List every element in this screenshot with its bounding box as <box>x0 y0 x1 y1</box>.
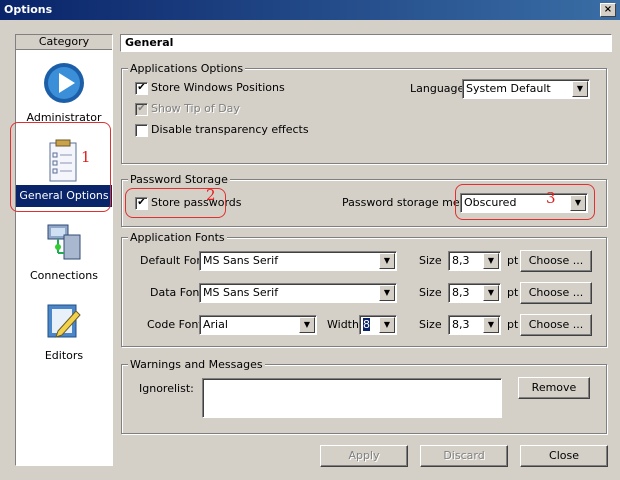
page-title: General <box>120 34 612 52</box>
code-font-width-select[interactable]: 8 ▼ <box>359 315 397 335</box>
choose-code-font-button[interactable]: Choose ... <box>520 314 592 336</box>
sidebar-item-administrator[interactable]: Administrator <box>16 53 112 133</box>
category-sidebar: Category Administrator General Options C… <box>15 34 113 466</box>
warnings-messages-group: Warnings and Messages Ignorelist: Remove <box>121 358 607 434</box>
show-tip-of-day-label: Show Tip of Day <box>151 102 240 115</box>
size-label: Size <box>419 254 442 267</box>
data-font-select[interactable]: MS Sans Serif ▼ <box>199 283 397 303</box>
default-font-value: MS Sans Serif <box>203 254 279 267</box>
play-circle-icon <box>44 63 84 103</box>
code-font-size-select[interactable]: 8,3 ▼ <box>448 315 501 335</box>
unit-label: pt <box>507 286 519 299</box>
sidebar-item-connections[interactable]: Connections <box>16 211 112 291</box>
chevron-down-icon[interactable]: ▼ <box>572 81 588 97</box>
application-fonts-group: Application Fonts Default Font: MS Sans … <box>121 231 607 347</box>
close-button[interactable]: Close <box>520 445 608 467</box>
disable-transparency-label: Disable transparency effects <box>151 123 309 136</box>
ignorelist-textarea[interactable] <box>202 378 502 418</box>
chevron-down-icon[interactable]: ▼ <box>483 253 499 269</box>
code-font-label: Code Font: <box>147 318 207 331</box>
remove-button[interactable]: Remove <box>518 377 590 399</box>
applications-options-group: Applications Options ✔ Store Windows Pos… <box>121 62 607 164</box>
chevron-down-icon[interactable]: ▼ <box>379 317 395 333</box>
unit-label: pt <box>507 318 519 331</box>
annotation-box-1 <box>10 122 111 212</box>
disable-transparency-checkbox[interactable] <box>135 124 148 137</box>
group-title: Password Storage <box>128 173 230 186</box>
store-windows-positions-label: Store Windows Positions <box>151 81 285 94</box>
size-label: Size <box>419 318 442 331</box>
choose-default-font-button[interactable]: Choose ... <box>520 250 592 272</box>
chevron-down-icon[interactable]: ▼ <box>299 317 315 333</box>
sidebar-item-editors[interactable]: Editors <box>16 291 112 371</box>
choose-data-font-button[interactable]: Choose ... <box>520 282 592 304</box>
annotation-number-3: 3 <box>546 189 556 207</box>
code-font-size-value: 8,3 <box>452 318 470 331</box>
language-select[interactable]: System Default ▼ <box>462 79 590 99</box>
data-font-size-value: 8,3 <box>452 286 470 299</box>
ignorelist-label: Ignorelist: <box>139 382 194 395</box>
category-header: Category <box>16 35 112 50</box>
group-title: Warnings and Messages <box>128 358 265 371</box>
data-font-value: MS Sans Serif <box>203 286 279 299</box>
unit-label: pt <box>507 254 519 267</box>
chevron-down-icon[interactable]: ▼ <box>379 253 395 269</box>
code-font-value: Arial <box>203 318 228 331</box>
annotation-number-1: 1 <box>81 148 91 166</box>
code-font-width-value: 8 <box>363 318 370 331</box>
title-bar: Options × <box>0 0 620 20</box>
store-windows-positions-checkbox[interactable]: ✔ <box>135 82 148 95</box>
group-title: Applications Options <box>128 62 246 75</box>
default-font-select[interactable]: MS Sans Serif ▼ <box>199 251 397 271</box>
code-font-select[interactable]: Arial ▼ <box>199 315 317 335</box>
data-font-size-select[interactable]: 8,3 ▼ <box>448 283 501 303</box>
discard-button[interactable]: Discard <box>420 445 508 467</box>
close-icon[interactable]: × <box>600 3 616 17</box>
apply-button[interactable]: Apply <box>320 445 408 467</box>
chevron-down-icon[interactable]: ▼ <box>483 285 499 301</box>
language-value: System Default <box>466 82 551 95</box>
annotation-box-3 <box>455 184 595 220</box>
sidebar-item-label: Connections <box>30 269 98 282</box>
annotation-number-2: 2 <box>206 186 216 204</box>
chevron-down-icon[interactable]: ▼ <box>379 285 395 301</box>
width-label: Width: <box>327 318 363 331</box>
group-title: Application Fonts <box>128 231 227 244</box>
chevron-down-icon[interactable]: ▼ <box>483 317 499 333</box>
default-font-size-value: 8,3 <box>452 254 470 267</box>
show-tip-of-day-checkbox[interactable]: ✔ <box>135 103 148 116</box>
size-label: Size <box>419 286 442 299</box>
default-font-size-select[interactable]: 8,3 ▼ <box>448 251 501 271</box>
edit-pen-icon <box>47 304 81 338</box>
sidebar-item-label: Editors <box>44 349 84 362</box>
network-icon <box>47 224 81 260</box>
window-title: Options <box>4 3 53 16</box>
language-label: Language: <box>410 82 468 95</box>
